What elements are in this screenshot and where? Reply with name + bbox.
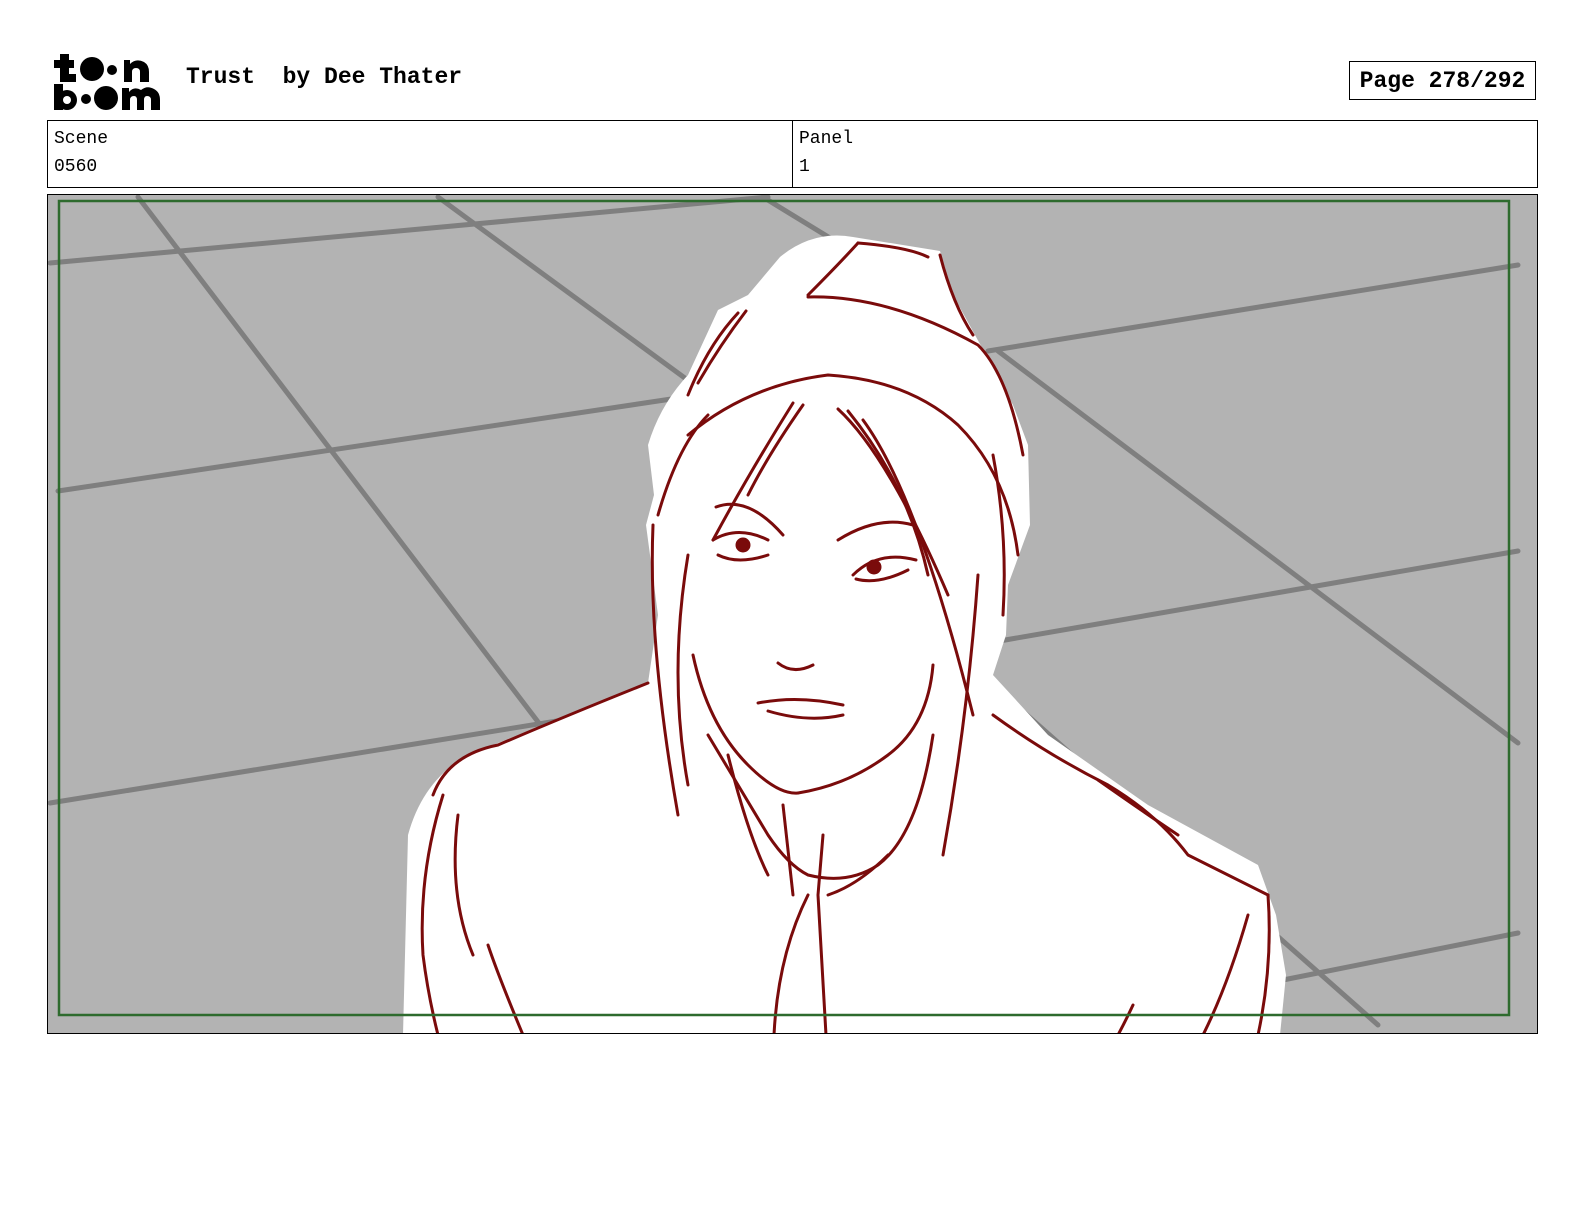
storyboard-title: Trust by Dee Thater — [186, 64, 463, 90]
toon-boom-logo — [50, 50, 165, 112]
panel-drawing — [48, 195, 1537, 1033]
panel-label: Panel — [799, 129, 854, 149]
scene-value: 0560 — [54, 157, 98, 177]
scene-label: Scene — [54, 129, 109, 149]
scene-cell: Scene 0560 — [48, 121, 792, 187]
storyboard-panel — [47, 194, 1538, 1034]
panel-value: 1 — [799, 157, 810, 177]
panel-cell: Panel 1 — [792, 121, 1537, 187]
page-indicator: Page 278/292 — [1349, 61, 1536, 100]
scene-panel-info: Scene 0560 Panel 1 — [47, 120, 1538, 188]
